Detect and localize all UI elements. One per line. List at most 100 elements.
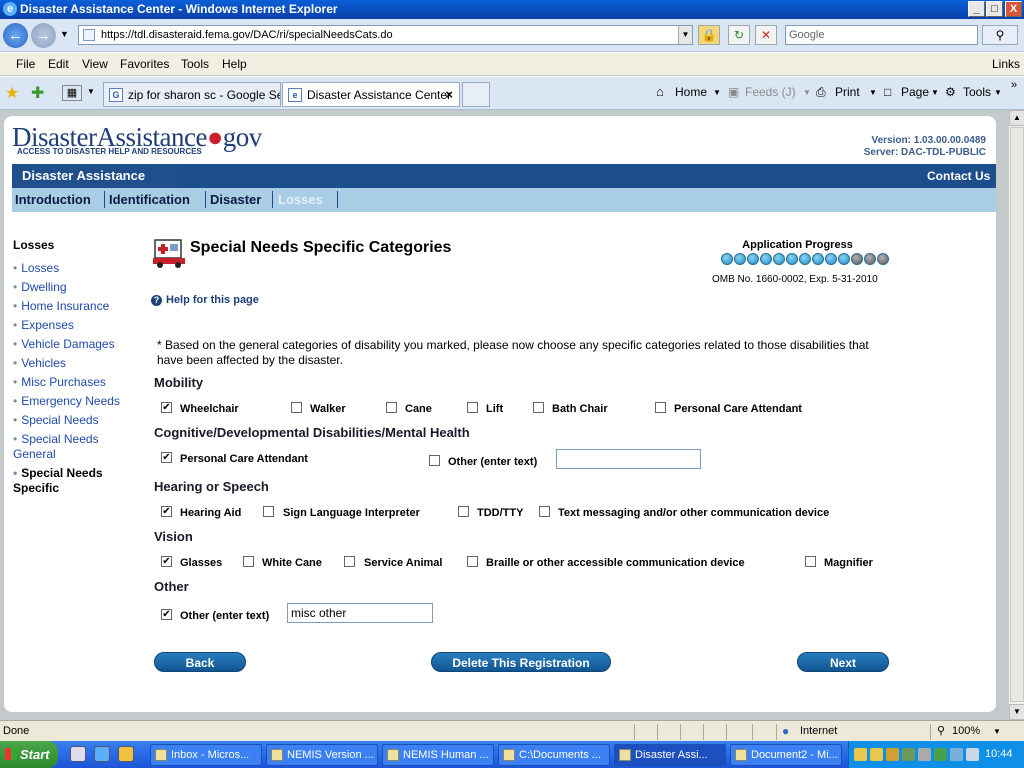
tab-disaster-assistance[interactable]: e Disaster Assistance Center ×	[282, 82, 460, 107]
delete-registration-button[interactable]: Delete This Registration	[431, 652, 611, 672]
scroll-down-icon[interactable]: ▼	[1009, 704, 1024, 720]
quicklaunch-ie-icon[interactable]	[94, 746, 110, 762]
menu-edit[interactable]: Edit	[48, 57, 69, 71]
back-button[interactable]: Back	[154, 652, 246, 672]
refresh-icon[interactable]: ↻	[728, 25, 750, 45]
tab-google[interactable]: G zip for sharon sc - Google Se...	[103, 82, 281, 107]
scroll-up-icon[interactable]: ▲	[1009, 110, 1024, 126]
tray-mail-icon[interactable]	[854, 748, 867, 761]
checkbox-text-messaging[interactable]	[539, 506, 550, 517]
window-title-bar[interactable]: e Disaster Assistance Center - Windows I…	[0, 0, 1024, 19]
tools-dropdown-icon[interactable]: ▼	[994, 88, 1002, 97]
tray-antivirus-icon[interactable]	[934, 748, 947, 761]
page-menu-button[interactable]: Page	[901, 85, 929, 99]
address-dropdown-icon[interactable]: ▼	[678, 26, 692, 44]
checkbox-glasses[interactable]: ✔	[161, 556, 172, 567]
nav-special-needs[interactable]: • Special Needs	[13, 413, 138, 428]
step-disaster[interactable]: Disaster	[210, 192, 261, 207]
checkbox-bath-chair[interactable]	[533, 402, 544, 413]
checkbox-tdd-tty[interactable]	[458, 506, 469, 517]
nav-vehicles[interactable]: • Vehicles	[13, 356, 138, 371]
start-button[interactable]: Start	[0, 741, 58, 768]
checkbox-cane[interactable]	[386, 402, 397, 413]
lock-icon[interactable]: 🔒	[698, 25, 720, 45]
checkbox-lift[interactable]	[467, 402, 478, 413]
tools-menu-button[interactable]: Tools	[963, 85, 991, 99]
search-input[interactable]: Google	[785, 25, 978, 45]
menu-file[interactable]: File	[16, 57, 35, 71]
favorites-star-icon[interactable]: ★	[5, 83, 19, 103]
tray-disk-icon[interactable]	[918, 748, 931, 761]
close-window-button[interactable]: X	[1005, 1, 1022, 17]
menu-tools[interactable]: Tools	[181, 57, 209, 71]
zoom-level[interactable]: 100%	[952, 725, 980, 737]
history-dropdown-icon[interactable]: ▼	[60, 29, 69, 39]
quicklaunch-outlook-icon[interactable]	[118, 746, 134, 762]
page-dropdown-icon[interactable]: ▼	[931, 88, 939, 97]
checkbox-sign-language[interactable]	[263, 506, 274, 517]
tray-display-icon[interactable]	[966, 748, 979, 761]
home-icon[interactable]: ⌂	[656, 84, 664, 99]
checkbox-cognitive-other[interactable]	[429, 455, 440, 466]
close-tab-icon[interactable]: ×	[445, 87, 453, 102]
nav-misc-purchases[interactable]: • Misc Purchases	[13, 375, 138, 390]
checkbox-wheelchair[interactable]: ✔	[161, 402, 172, 413]
checkbox-walker[interactable]	[291, 402, 302, 413]
links-toolbar[interactable]: Links	[992, 57, 1020, 71]
menu-help[interactable]: Help	[222, 57, 247, 71]
stop-icon[interactable]: ✕	[755, 25, 777, 45]
nav-home-insurance[interactable]: • Home Insurance	[13, 299, 138, 314]
task-documents-folder[interactable]: C:\Documents ...	[498, 744, 610, 766]
vertical-scrollbar[interactable]: ▲ ▼	[1008, 110, 1024, 720]
contact-us-link[interactable]: Contact Us	[927, 169, 990, 183]
nav-dwelling[interactable]: • Dwelling	[13, 280, 138, 295]
chevron-right-icon[interactable]: »	[1011, 79, 1017, 91]
checkbox-service-animal[interactable]	[344, 556, 355, 567]
new-tab-button[interactable]	[462, 82, 490, 107]
menu-favorites[interactable]: Favorites	[120, 57, 169, 71]
tray-network-icon[interactable]	[902, 748, 915, 761]
task-nemis-human[interactable]: NEMIS Human ...	[382, 744, 494, 766]
checkbox-white-cane[interactable]	[243, 556, 254, 567]
tray-clock-icon[interactable]	[870, 748, 883, 761]
maximize-button[interactable]: □	[986, 1, 1003, 17]
home-button[interactable]: Home	[675, 85, 707, 99]
feeds-dropdown-icon[interactable]: ▼	[803, 88, 811, 97]
step-identification[interactable]: Identification	[109, 192, 190, 207]
other-text-input[interactable]	[287, 603, 433, 623]
checkbox-hearing-aid[interactable]: ✔	[161, 506, 172, 517]
zoom-dropdown-icon[interactable]: ▼	[993, 727, 1001, 736]
nav-vehicle-damages[interactable]: • Vehicle Damages	[13, 337, 138, 352]
tray-volume-icon[interactable]	[950, 748, 963, 761]
task-disaster-assistance[interactable]: Disaster Assi...	[614, 744, 726, 766]
add-favorite-icon[interactable]: ✚	[31, 83, 44, 103]
step-introduction[interactable]: Introduction	[15, 192, 91, 207]
nav-emergency-needs[interactable]: • Emergency Needs	[13, 394, 138, 409]
nav-special-needs-general[interactable]: • Special Needs General	[13, 432, 138, 462]
checkbox-cognitive-personal-care[interactable]: ✔	[161, 452, 172, 463]
feeds-button[interactable]: Feeds (J)	[745, 85, 796, 99]
checkbox-magnifier[interactable]	[805, 556, 816, 567]
task-inbox[interactable]: Inbox - Micros...	[150, 744, 262, 766]
checkbox-mobility-personal-care[interactable]	[655, 402, 666, 413]
quick-tabs-icon[interactable]: ▦	[62, 85, 82, 101]
quicklaunch-desktop-icon[interactable]	[70, 746, 86, 762]
help-link[interactable]: ? Help for this page	[151, 294, 259, 306]
task-nemis-version[interactable]: NEMIS Version ...	[266, 744, 378, 766]
home-dropdown-icon[interactable]: ▼	[713, 88, 721, 97]
tab-list-dropdown-icon[interactable]: ▼	[87, 87, 95, 96]
task-document2[interactable]: Document2 - Mi...	[730, 744, 842, 766]
tray-shield-icon[interactable]	[886, 748, 899, 761]
nav-losses[interactable]: • Losses	[13, 261, 138, 276]
cognitive-other-input[interactable]	[556, 449, 701, 469]
print-dropdown-icon[interactable]: ▼	[869, 88, 877, 97]
scroll-thumb[interactable]	[1010, 127, 1024, 702]
nav-expenses[interactable]: • Expenses	[13, 318, 138, 333]
print-button[interactable]: Print	[835, 85, 860, 99]
back-arrow-icon[interactable]: ←	[3, 23, 28, 48]
minimize-button[interactable]: _	[968, 1, 985, 17]
search-icon[interactable]: ⚲	[982, 25, 1018, 45]
next-button[interactable]: Next	[797, 652, 889, 672]
checkbox-other[interactable]: ✔	[161, 609, 172, 620]
menu-view[interactable]: View	[82, 57, 108, 71]
